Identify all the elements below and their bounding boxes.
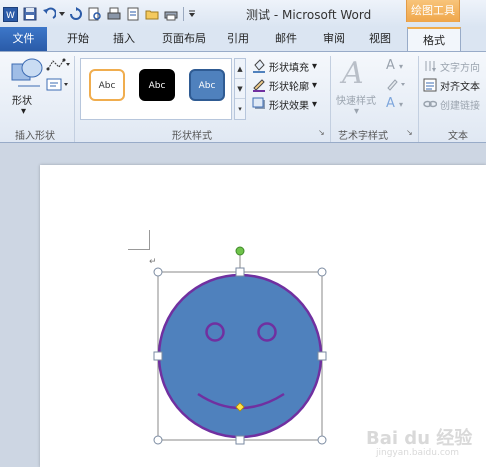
shape-style-preset-orange[interactable]: Abc (89, 69, 125, 101)
shape-style-preset-black[interactable]: Abc (139, 69, 175, 101)
tab-mailings[interactable]: 邮件 (268, 27, 304, 51)
align-text-button[interactable]: 对齐文本 (423, 77, 480, 93)
resize-handle-bottom-right[interactable] (317, 435, 327, 445)
word-app-icon[interactable]: W (2, 6, 19, 23)
resize-handle-bottom[interactable] (235, 435, 245, 445)
create-link-button[interactable]: 创建链接 (423, 96, 480, 112)
gallery-scrollbar: ▲ ▼ ▾ (234, 58, 246, 120)
shape-style-gallery: Abc Abc Abc (80, 58, 232, 120)
resize-handle-top-right[interactable] (317, 267, 327, 277)
shape-outline-label: 形状轮廓 (269, 81, 309, 93)
qat-separator (183, 7, 184, 21)
pencil-outline-icon (253, 79, 265, 92)
shapes-button-label[interactable]: 形状 (12, 92, 32, 107)
gallery-scroll-down-icon[interactable]: ▼ (235, 79, 245, 99)
quick-print-icon[interactable] (162, 6, 179, 23)
text-direction-label: 文字方向 (440, 62, 480, 74)
rotation-handle[interactable] (235, 246, 245, 256)
title-bar: W 测试 - Microsoft Word 绘图工具 (0, 0, 486, 27)
group-separator (418, 56, 419, 142)
group-label-wordart-styles: 艺术字样式 (338, 131, 388, 142)
resize-handle-top[interactable] (235, 267, 245, 277)
text-box-icon[interactable] (46, 78, 70, 92)
gallery-scroll-up-icon[interactable]: ▲ (235, 59, 245, 79)
shape-fill-dropdown-icon: ▾ (312, 60, 318, 72)
shapes-gallery-icon[interactable] (10, 56, 46, 90)
align-text-label: 对齐文本 (440, 81, 480, 93)
shape-outline-dropdown-icon: ▾ (312, 79, 318, 91)
group-separator (74, 56, 75, 142)
drawing-tools-context-label: 绘图工具 (406, 0, 460, 22)
tab-home[interactable]: 开始 (60, 27, 96, 51)
group-label-insert-shapes: 插入形状 (15, 131, 55, 142)
open-icon[interactable] (143, 6, 160, 23)
shape-effects-label: 形状效果 (269, 100, 309, 112)
shape-style-preset-blue[interactable]: Abc (189, 69, 225, 101)
group-separator (330, 56, 331, 142)
quick-access-toolbar: W (2, 4, 196, 24)
ribbon-tabs: 文件 开始 插入 页面布局 引用 邮件 审阅 视图 格式 (0, 27, 486, 52)
shape-effects-icon (252, 97, 265, 109)
paint-bucket-icon (253, 59, 265, 73)
undo-icon[interactable] (40, 6, 57, 23)
ribbon-body: 形状 ▾ 插入形状 Abc Abc Abc ▲ ▼ ▾ 形状填充 ▾ 形状轮廓 … (0, 51, 486, 143)
tab-insert[interactable]: 插入 (106, 27, 142, 51)
resize-handle-bottom-left[interactable] (153, 435, 163, 445)
gallery-expand-icon[interactable]: ▾ (235, 99, 245, 119)
shape-effects-dropdown-icon: ▾ (312, 98, 318, 110)
edit-shape-icon[interactable] (46, 58, 70, 72)
redo-icon[interactable] (67, 6, 84, 23)
undo-dropdown-icon[interactable] (59, 6, 65, 23)
wordart-dialog-launcher-icon[interactable]: ↘ (406, 128, 413, 137)
smiley-face-circle (157, 273, 323, 439)
print-icon[interactable] (105, 6, 122, 23)
resize-handle-top-left[interactable] (153, 267, 163, 277)
shapes-dropdown-icon[interactable]: ▾ (21, 106, 26, 117)
print-preview-icon[interactable] (86, 6, 103, 23)
shape-outline-button[interactable]: 形状轮廓 ▾ (252, 77, 317, 93)
group-label-text: 文本 (448, 131, 468, 142)
tab-format[interactable]: 格式 (407, 27, 461, 52)
shape-styles-dialog-launcher-icon[interactable]: ↘ (318, 128, 325, 137)
resize-handle-right[interactable] (317, 351, 327, 361)
tab-references[interactable]: 引用 (220, 27, 256, 51)
page-margin-corner-mark (128, 230, 150, 250)
quick-styles-label[interactable]: 快速样式 (336, 92, 376, 107)
baidu-watermark-url: jingyan.baidu.com (376, 448, 460, 458)
text-effects-icon[interactable]: A ▾ (386, 96, 403, 111)
save-icon[interactable] (21, 6, 38, 23)
new-doc-icon[interactable] (124, 6, 141, 23)
align-text-icon (423, 78, 437, 92)
shape-effects-button[interactable]: 形状效果 ▾ (252, 96, 317, 112)
group-label-shape-styles: 形状样式 (172, 131, 212, 142)
resize-handle-left[interactable] (153, 351, 163, 361)
svg-text:W: W (6, 11, 15, 21)
tab-review[interactable]: 审阅 (316, 27, 352, 51)
tab-view[interactable]: 视图 (362, 27, 398, 51)
wordart-quick-styles-icon[interactable]: A (342, 56, 370, 91)
shape-fill-button[interactable]: 形状填充 ▾ (252, 58, 317, 74)
text-direction-icon (425, 61, 436, 72)
shape-fill-label: 形状填充 (269, 62, 309, 74)
tab-file[interactable]: 文件 (0, 27, 47, 51)
text-fill-icon[interactable]: A ▾ (386, 58, 403, 73)
window-title: 测试 - Microsoft Word (246, 8, 372, 22)
customize-qat-icon[interactable] (188, 6, 196, 23)
text-outline-icon[interactable] (386, 76, 408, 92)
baidu-watermark: Bai du 经验 (366, 428, 473, 449)
chain-link-icon (423, 100, 437, 108)
create-link-label: 创建链接 (440, 100, 480, 112)
smiley-face-shape[interactable] (150, 242, 334, 448)
quick-styles-dropdown-icon[interactable]: ▾ (354, 106, 359, 117)
tab-page-layout[interactable]: 页面布局 (156, 27, 212, 51)
text-direction-button[interactable]: 文字方向 (423, 58, 480, 74)
